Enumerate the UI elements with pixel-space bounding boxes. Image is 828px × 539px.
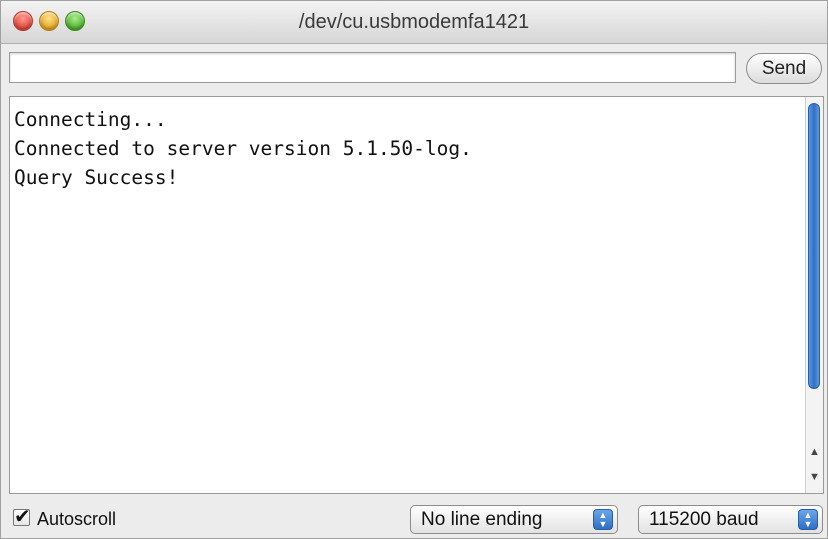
serial-output[interactable]: Connecting... Connected to server versio… (9, 96, 824, 494)
output-line: Connecting... (14, 108, 167, 131)
serial-monitor-window: /dev/cu.usbmodemfa1421 Send Connecting..… (0, 0, 828, 539)
send-input[interactable] (9, 52, 736, 83)
autoscroll-label[interactable]: Autoscroll (37, 509, 116, 530)
checkmark-icon: ✔ (14, 506, 31, 528)
line-ending-select[interactable]: No line ending ▲ ▼ (410, 505, 618, 534)
scroll-up-icon[interactable]: ▲ (809, 447, 820, 458)
stepper-icon: ▲ ▼ (798, 509, 818, 530)
send-button[interactable]: Send (746, 53, 822, 84)
stepper-icon: ▲ ▼ (593, 509, 613, 530)
scrollbar-thumb[interactable] (808, 103, 820, 389)
line-ending-value: No line ending (421, 509, 543, 530)
baud-rate-select[interactable]: 115200 baud ▲ ▼ (638, 505, 823, 534)
title-bar[interactable]: /dev/cu.usbmodemfa1421 (1, 1, 827, 44)
output-line: Query Success! (14, 166, 179, 189)
output-line: Connected to server version 5.1.50-log. (14, 137, 472, 160)
vertical-scrollbar[interactable]: ▲ ▼ (805, 97, 823, 493)
window-title: /dev/cu.usbmodemfa1421 (298, 11, 530, 33)
baud-rate-value: 115200 baud (649, 509, 759, 530)
output-text: Connecting... Connected to server versio… (14, 105, 472, 192)
autoscroll-checkbox[interactable]: ✔ (13, 506, 31, 528)
bottom-bar: ✔ Autoscroll No line ending ▲ ▼ 115200 ba… (1, 497, 827, 539)
scroll-down-icon[interactable]: ▼ (809, 472, 820, 483)
